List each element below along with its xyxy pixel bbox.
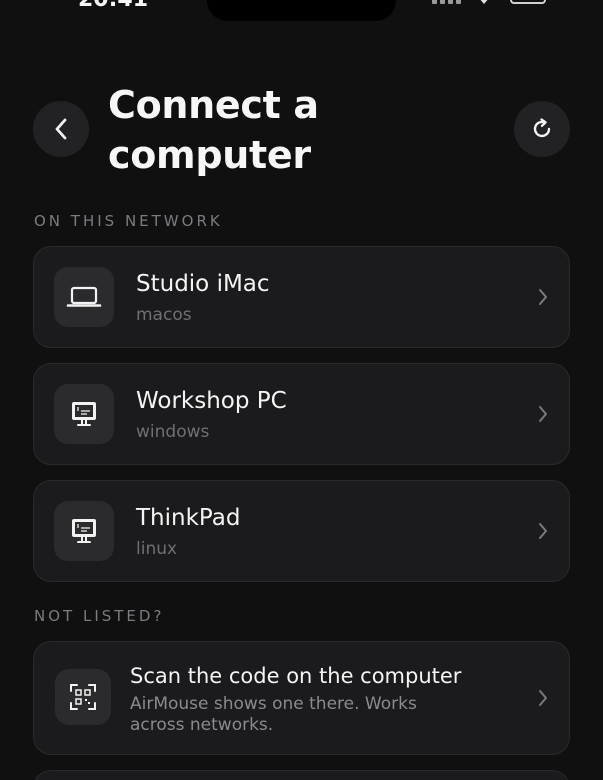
device-card-workshop-pc[interactable]: Workshop PC windows bbox=[33, 363, 570, 465]
wifi-icon bbox=[480, 0, 488, 4]
device-os: macos bbox=[136, 305, 192, 325]
back-button[interactable] bbox=[33, 101, 89, 157]
qr-code-icon bbox=[70, 684, 96, 710]
next-option-card[interactable] bbox=[33, 770, 570, 780]
section-label-on-this-network: ON THIS NETWORK bbox=[34, 212, 223, 230]
device-os: windows bbox=[136, 422, 210, 442]
device-name: Workshop PC bbox=[136, 388, 287, 414]
monitor-icon bbox=[72, 519, 96, 543]
chevron-right-icon bbox=[539, 406, 547, 422]
device-card-thinkpad[interactable]: ThinkPad linux bbox=[33, 480, 570, 582]
refresh-button[interactable] bbox=[514, 101, 570, 157]
status-time: 20:41 bbox=[78, 0, 148, 12]
battery-icon bbox=[510, 0, 546, 4]
status-bar: 20:41 bbox=[0, 0, 603, 22]
device-tile bbox=[54, 384, 114, 444]
device-name: ThinkPad bbox=[136, 505, 241, 531]
device-name: Studio iMac bbox=[136, 271, 270, 297]
qr-tile bbox=[55, 669, 111, 725]
device-tile bbox=[54, 501, 114, 561]
laptop-icon bbox=[66, 286, 102, 307]
scan-code-title: Scan the code on the computer bbox=[130, 664, 462, 688]
device-card-studio-imac[interactable]: Studio iMac macos bbox=[33, 246, 570, 348]
dynamic-island bbox=[207, 0, 396, 21]
page-title: Connect a computer bbox=[108, 83, 319, 177]
chevron-right-icon bbox=[539, 523, 547, 539]
section-label-not-listed: NOT LISTED? bbox=[34, 607, 165, 625]
device-os: linux bbox=[136, 539, 178, 559]
signal-icon bbox=[432, 0, 461, 4]
scan-code-card[interactable]: Scan the code on the computer AirMouse s… bbox=[33, 641, 570, 755]
screen: 20:41 Connect a computer ON THIS NETWORK… bbox=[0, 0, 603, 780]
chevron-right-icon bbox=[539, 690, 547, 706]
chevron-right-icon bbox=[539, 289, 547, 305]
refresh-icon bbox=[533, 118, 551, 138]
monitor-icon bbox=[72, 402, 96, 426]
scan-code-subtitle: AirMouse shows one there. Works across n… bbox=[130, 694, 417, 735]
chevron-left-icon bbox=[55, 118, 67, 140]
device-tile bbox=[54, 267, 114, 327]
